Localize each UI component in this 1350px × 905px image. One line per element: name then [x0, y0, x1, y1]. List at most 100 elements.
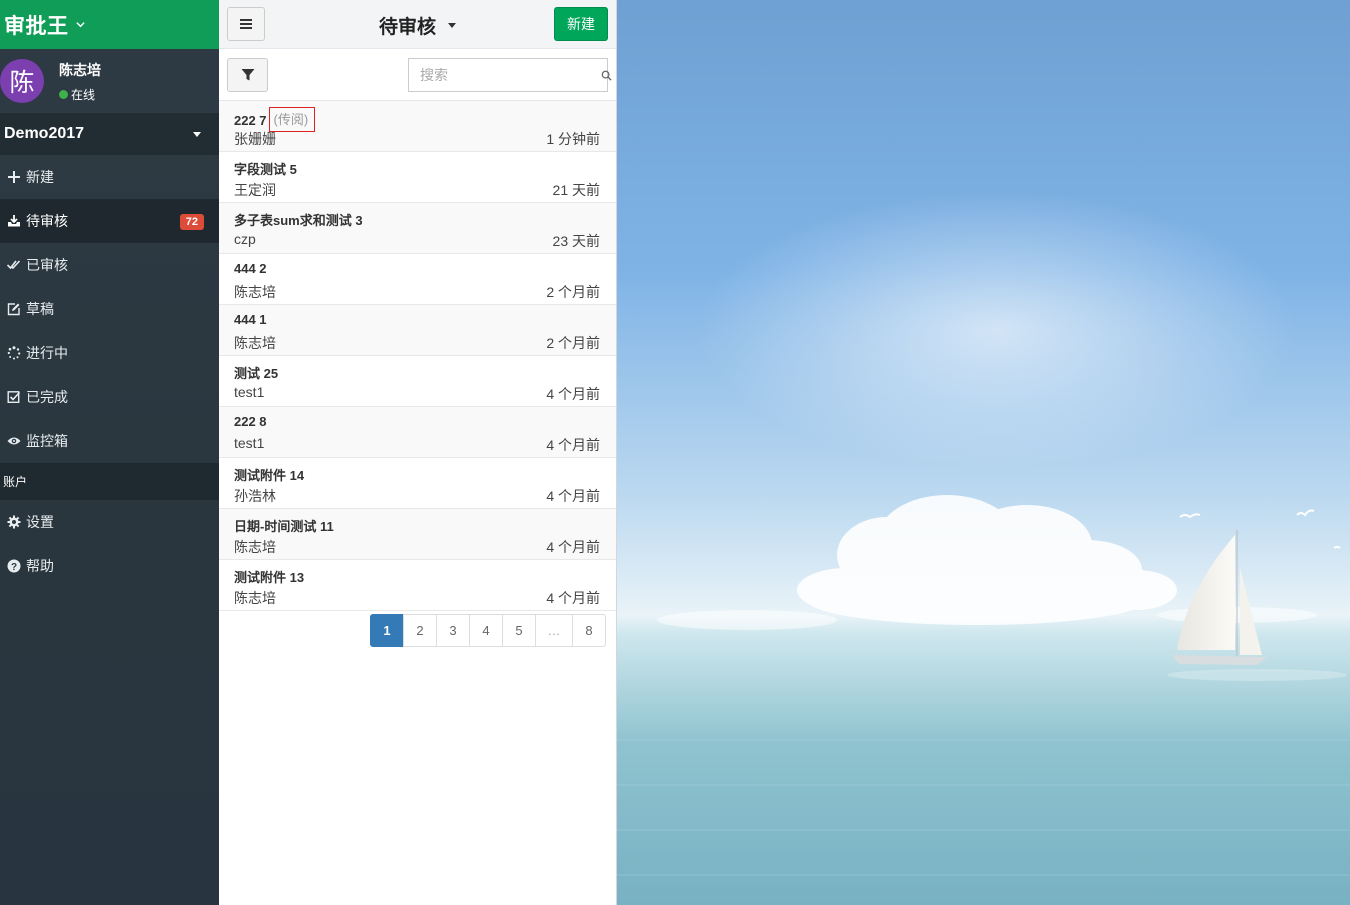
item-submitter: test1 — [234, 384, 265, 400]
sidebar-item-plus[interactable]: 新建 — [0, 155, 219, 199]
approval-list: 222 7 (传阅) 张姗姗 1 分钟前字段测试 5 王定润 21 天前多子表sum求和测… — [219, 101, 616, 611]
list-item[interactable]: 日期-时间测试 11 陈志培 4 个月前 — [219, 509, 616, 560]
item-title-text: 测试附件 13 — [234, 570, 305, 585]
item-title: 444 2 — [234, 261, 267, 276]
item-submitter: 王定润 — [234, 182, 276, 198]
sidebar-item-eye[interactable]: 监控箱 — [0, 419, 219, 463]
user-status: 在线 — [59, 86, 101, 103]
checkbox-icon — [6, 389, 22, 405]
page-3[interactable]: 3 — [436, 614, 470, 647]
item-time: 4 个月前 — [546, 590, 600, 606]
list-item[interactable]: 222 7 (传阅) 张姗姗 1 分钟前 — [219, 101, 616, 152]
item-title-text: 444 2 — [234, 261, 267, 276]
item-title: 测试附件 13 — [234, 567, 304, 586]
item-time: 23 天前 — [552, 233, 600, 249]
background-scene — [617, 0, 1350, 905]
list-item[interactable]: 多子表sum求和测试 3 czp 23 天前 — [219, 203, 616, 254]
filter-button[interactable] — [227, 58, 268, 92]
online-dot-icon — [59, 89, 68, 99]
eye-icon — [6, 433, 22, 449]
sidebar-item-checkbox[interactable]: 已完成 — [0, 375, 219, 419]
gear-icon — [6, 514, 22, 530]
page-1[interactable]: 1 — [370, 614, 404, 647]
item-time: 4 个月前 — [546, 488, 600, 504]
page-5[interactable]: 5 — [502, 614, 536, 647]
user-name: 陈志培 — [59, 61, 101, 78]
nav-item-label: 监控箱 — [26, 433, 68, 449]
pagination: 1 2 3 4 5… 8 — [370, 614, 606, 647]
item-title: 222 8 — [234, 414, 267, 429]
list-panel: 待审核 新建 222 7(传阅)张姗姗1 分钟前字段测试 5 王定润 21 天前多子… — [219, 0, 617, 905]
list-title-dropdown[interactable]: 待审核 — [379, 12, 457, 39]
nav-item-label: 进行中 — [26, 345, 68, 361]
search-box — [408, 58, 612, 92]
sidebar-item-question[interactable]: ? 帮助 — [0, 544, 219, 588]
list-item[interactable]: 字段测试 5 王定润 21 天前 — [219, 152, 616, 203]
item-title-text: 222 8 — [234, 414, 267, 429]
list-item[interactable]: 测试附件 13 陈志培 4 个月前 — [219, 560, 616, 611]
search-icon[interactable] — [601, 70, 612, 81]
page-ellipsis: … — [535, 614, 573, 647]
list-item[interactable]: 222 8 test1 4 个月前 — [219, 407, 616, 458]
question-icon: ? — [6, 558, 22, 574]
double-check-icon — [6, 257, 22, 273]
item-submitter: czp — [234, 231, 256, 247]
nav-item-label: 帮助 — [26, 558, 54, 574]
sidebar: 审批王 陈 陈志培 在线 Demo2017 新建 待审核 72 已审核 草稿 进行中 已完成… — [0, 0, 219, 905]
filter-bar — [219, 49, 616, 101]
sidebar-item-spinner[interactable]: 进行中 — [0, 331, 219, 375]
list-item[interactable]: 444 2 陈志培 2 个月前 — [219, 254, 616, 305]
item-title-text: 多子表sum求和测试 3 — [234, 213, 363, 228]
nav-item-label: 已审核 — [26, 257, 68, 273]
item-title: 日期-时间测试 11 — [234, 516, 334, 535]
list-item[interactable]: 测试附件 14 孙浩林 4 个月前 — [219, 458, 616, 509]
item-time: 2 个月前 — [546, 284, 600, 300]
item-title-text: 222 7 — [234, 113, 267, 128]
item-title-text: 测试 25 — [234, 366, 279, 381]
item-submitter: 张姗姗 — [234, 131, 276, 147]
item-submitter: 陈志培 — [234, 335, 276, 351]
item-time: 4 个月前 — [546, 386, 600, 402]
spinner-icon — [6, 345, 22, 361]
item-title-text: 日期-时间测试 11 — [234, 519, 334, 534]
edit-icon — [6, 301, 22, 317]
list-item[interactable]: 测试 25 test1 4 个月前 — [219, 356, 616, 407]
nav-item-label: 新建 — [26, 169, 54, 185]
brand-menu[interactable]: 审批王 — [0, 0, 219, 49]
item-time: 4 个月前 — [546, 539, 600, 555]
sidebar-item-inbox-download[interactable]: 待审核 72 — [0, 199, 219, 243]
page-2[interactable]: 2 — [403, 614, 437, 647]
item-title: 测试附件 14 — [234, 465, 304, 484]
svg-text:?: ? — [11, 562, 17, 573]
item-title: 444 1 — [234, 312, 267, 327]
item-time: 2 个月前 — [546, 335, 600, 351]
hamburger-button[interactable] — [227, 7, 265, 41]
caret-down-icon — [448, 23, 457, 28]
sidebar-item-gear[interactable]: 设置 — [0, 500, 219, 544]
item-submitter: 孙浩林 — [234, 488, 276, 504]
item-title: 字段测试 5 — [234, 159, 297, 178]
sidebar-item-edit[interactable]: 草稿 — [0, 287, 219, 331]
item-title-text: 测试附件 14 — [234, 468, 305, 483]
item-title: 测试 25 — [234, 363, 278, 382]
search-input[interactable] — [409, 59, 601, 91]
sidebar-item-double-check[interactable]: 已审核 — [0, 243, 219, 287]
nav-item-label: 草稿 — [26, 301, 54, 317]
nav-item-label: 待审核 — [26, 213, 68, 229]
org-selector[interactable]: Demo2017 — [0, 113, 219, 155]
org-name: Demo2017 — [4, 125, 85, 142]
page-8[interactable]: 8 — [572, 614, 606, 647]
seascape-illustration — [617, 0, 1350, 905]
item-time: 4 个月前 — [546, 437, 600, 453]
item-submitter: test1 — [234, 435, 265, 451]
page-4[interactable]: 4 — [469, 614, 503, 647]
inbox-download-icon — [6, 213, 22, 229]
item-time: 21 天前 — [552, 182, 600, 198]
chevron-down-icon — [75, 22, 85, 28]
brand-title: 审批王 — [4, 14, 69, 38]
new-button[interactable]: 新建 — [554, 7, 608, 41]
item-submitter: 陈志培 — [234, 590, 276, 606]
item-submitter: 陈志培 — [234, 284, 276, 300]
list-item[interactable]: 444 1 陈志培 2 个月前 — [219, 305, 616, 356]
caret-down-icon — [193, 131, 201, 137]
